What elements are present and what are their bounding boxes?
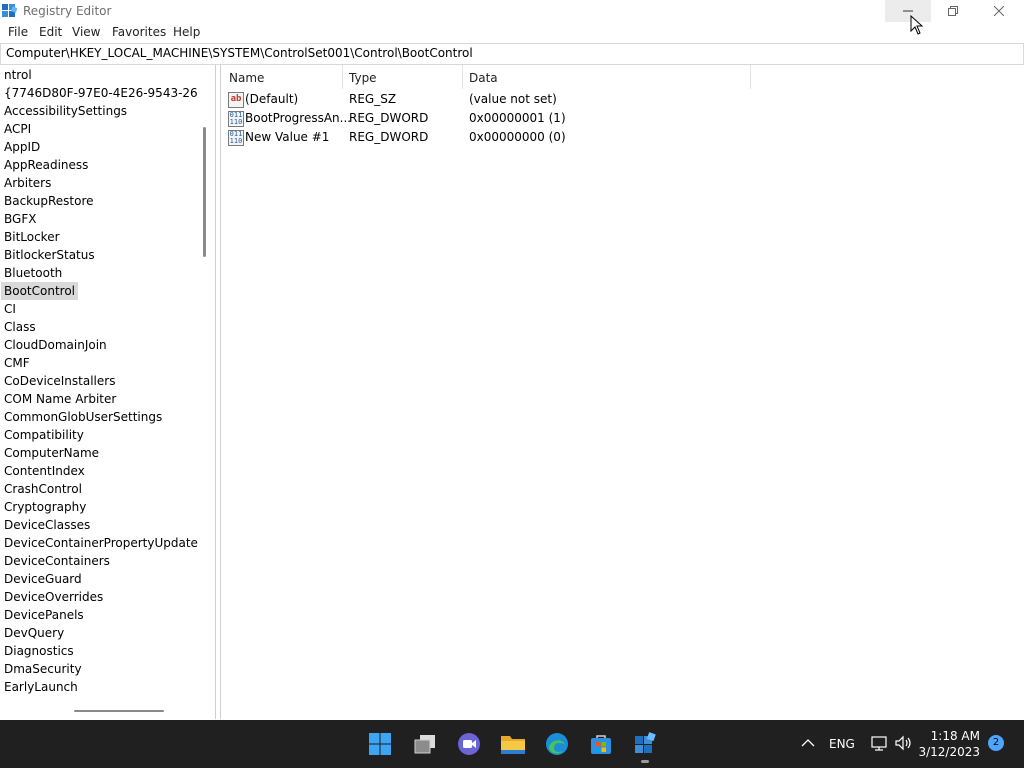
menu-favorites[interactable]: Favorites <box>112 25 166 39</box>
tree-item[interactable]: CMF <box>4 354 30 372</box>
value-row[interactable]: ab (Default) REG_SZ (value not set) <box>221 90 821 109</box>
title-bar: Registry Editor <box>0 0 1024 23</box>
tree-item[interactable]: CrashControl <box>4 480 82 498</box>
tree-item[interactable]: Cryptography <box>4 498 86 516</box>
value-data: 0x00000001 (1) <box>469 111 566 125</box>
value-data: (value not set) <box>469 92 557 106</box>
tree-item[interactable]: DevicePanels <box>4 606 84 624</box>
column-divider[interactable] <box>750 65 751 89</box>
tree-vertical-scroll-thumb[interactable] <box>203 127 206 257</box>
tree-item[interactable]: BackupRestore <box>4 192 94 210</box>
tree-item[interactable]: CommonGlobUserSettings <box>4 408 162 426</box>
tree-item[interactable]: AppReadiness <box>4 156 88 174</box>
tree-item[interactable]: COM Name Arbiter <box>4 390 116 408</box>
menu-bar: File Edit View Favorites Help <box>0 23 1024 43</box>
tree-item[interactable]: BootControl <box>1 282 78 300</box>
tree-item[interactable]: Diagnostics <box>4 642 74 660</box>
column-headers: Name Type Data <box>221 65 1024 89</box>
taskbar: ENG 1:18 AM 3/12/2023 2 <box>0 720 1024 768</box>
key-tree-pane: ntrol{7746D80F-97E0-4E26-9543-26B41FC2Ac… <box>0 65 216 719</box>
regedit-icon[interactable] <box>631 730 659 758</box>
mouse-cursor-icon <box>910 15 924 35</box>
tree-item[interactable]: DeviceClasses <box>4 516 90 534</box>
tree-item[interactable]: ACPI <box>4 120 31 138</box>
tree-item[interactable]: BitlockerStatus <box>4 246 95 264</box>
value-row[interactable]: 011 110 BootProgressAn... REG_DWORD 0x000… <box>221 109 821 128</box>
active-app-indicator <box>641 760 649 763</box>
value-type: REG_SZ <box>349 92 397 106</box>
clock-time[interactable]: 1:18 AM <box>930 729 980 743</box>
tree-item[interactable]: ComputerName <box>4 444 99 462</box>
address-path[interactable]: Computer\HKEY_LOCAL_MACHINE\SYSTEM\Contr… <box>6 46 473 60</box>
tree-item[interactable]: BitLocker <box>4 228 60 246</box>
windows-start-icon[interactable] <box>366 730 394 758</box>
column-header-data[interactable]: Data <box>469 71 498 85</box>
tree-item[interactable]: AppID <box>4 138 40 156</box>
tree-horizontal-scroll-thumb[interactable] <box>74 710 164 712</box>
column-header-name[interactable]: Name <box>229 71 264 85</box>
registry-icon <box>2 4 17 17</box>
tree-item[interactable]: DeviceGuard <box>4 570 82 588</box>
key-tree: ntrol{7746D80F-97E0-4E26-9543-26B41FC2Ac… <box>0 65 198 702</box>
tree-item[interactable]: CloudDomainJoin <box>4 336 107 354</box>
value-data: 0x00000000 (0) <box>469 130 566 144</box>
minimize-button[interactable] <box>885 0 931 22</box>
tree-item[interactable]: CoDeviceInstallers <box>4 372 115 390</box>
file-explorer-icon[interactable] <box>499 730 527 758</box>
binary-value-icon: 011 110 <box>228 130 244 146</box>
tree-item[interactable]: ntrol <box>4 66 32 84</box>
string-value-icon: ab <box>228 92 244 108</box>
tree-item[interactable]: Compatibility <box>4 426 84 444</box>
volume-icon[interactable] <box>895 735 913 751</box>
binary-value-icon: 011 110 <box>228 111 244 127</box>
store-icon[interactable] <box>587 730 615 758</box>
task-view-icon[interactable] <box>411 730 439 758</box>
tree-item[interactable]: DeviceContainerPropertyUpdateEver <box>4 534 198 552</box>
column-divider[interactable] <box>462 65 463 89</box>
tree-item[interactable]: Class <box>4 318 36 336</box>
clock-date[interactable]: 3/12/2023 <box>918 745 980 759</box>
network-icon[interactable] <box>871 736 889 752</box>
tree-item[interactable]: BGFX <box>4 210 36 228</box>
close-icon <box>994 6 1004 16</box>
chevron-up-icon[interactable] <box>801 738 815 748</box>
tree-item[interactable]: AccessibilitySettings <box>4 102 127 120</box>
tree-item[interactable]: Arbiters <box>4 174 51 192</box>
tree-item[interactable]: DmaSecurity <box>4 660 82 678</box>
tree-horizontal-scrollbar[interactable] <box>0 702 214 718</box>
value-name: New Value #1 <box>245 130 330 144</box>
tree-item[interactable]: EarlyLaunch <box>4 678 78 696</box>
tree-item[interactable]: CI <box>4 300 16 318</box>
restore-icon <box>948 6 958 16</box>
menu-file[interactable]: File <box>8 25 28 39</box>
tree-item[interactable]: {7746D80F-97E0-4E26-9543-26B41FC2 <box>4 84 198 102</box>
tree-item[interactable]: DeviceOverrides <box>4 588 103 606</box>
value-type: REG_DWORD <box>349 111 429 125</box>
tree-item[interactable]: Bluetooth <box>4 264 62 282</box>
notification-badge[interactable]: 2 <box>988 735 1004 751</box>
chat-icon[interactable] <box>455 730 483 758</box>
close-button[interactable] <box>976 0 1022 22</box>
menu-view[interactable]: View <box>72 25 100 39</box>
value-type: REG_DWORD <box>349 130 429 144</box>
edge-icon[interactable] <box>543 730 571 758</box>
tree-item[interactable]: DeviceContainers <box>4 552 110 570</box>
window-title: Registry Editor <box>23 4 112 18</box>
value-name: BootProgressAn... <box>245 111 352 125</box>
value-name: (Default) <box>245 92 299 106</box>
tree-vertical-scrollbar[interactable] <box>198 65 214 702</box>
column-divider[interactable] <box>342 65 343 89</box>
column-header-type[interactable]: Type <box>349 71 377 85</box>
menu-help[interactable]: Help <box>173 25 200 39</box>
tree-item[interactable]: DevQuery <box>4 624 64 642</box>
values-pane: Name Type Data ab (Default) REG_SZ (valu… <box>220 65 1024 719</box>
language-indicator[interactable]: ENG <box>829 737 855 751</box>
address-bar[interactable]: Computer\HKEY_LOCAL_MACHINE\SYSTEM\Contr… <box>0 43 1024 65</box>
restore-button[interactable] <box>930 0 976 22</box>
value-row[interactable]: 011 110 New Value #1 REG_DWORD 0x00000000… <box>221 128 821 147</box>
tree-item[interactable]: ContentIndex <box>4 462 85 480</box>
menu-edit[interactable]: Edit <box>39 25 62 39</box>
